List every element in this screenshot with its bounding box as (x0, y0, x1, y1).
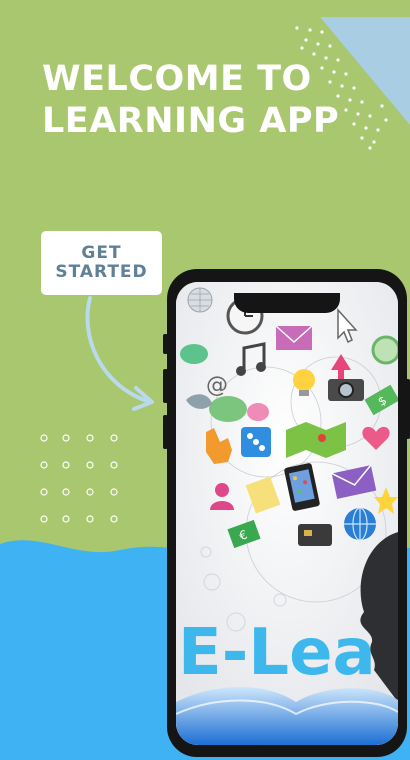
phone-notch (234, 293, 340, 313)
globe-icon (187, 287, 213, 313)
get-started-button[interactable]: GET STARTED (41, 231, 162, 295)
phone-screen: @ $ € E-Lea (176, 282, 398, 745)
camera-icon (328, 379, 364, 401)
credit-card-icon (298, 524, 332, 546)
at-sign-icon: @ (206, 373, 228, 398)
phone-mockup: @ $ € E-Lea (163, 269, 410, 760)
welcome-title: WELCOME TO LEARNING APP (42, 59, 340, 141)
dice-icon (241, 427, 271, 457)
map-icon (286, 422, 346, 458)
chat-bubble-icon (209, 396, 247, 422)
decorative-dots-left (40, 434, 118, 523)
cloud-icon (180, 344, 208, 364)
e-learning-illustration: @ $ € E-Lea (176, 282, 398, 745)
envelope-icon (275, 325, 313, 350)
curved-arrow-icon (85, 296, 154, 411)
e-learning-banner-text: E-Lea (178, 616, 376, 690)
globe-blue-icon (344, 507, 376, 541)
search-icon (371, 335, 398, 365)
